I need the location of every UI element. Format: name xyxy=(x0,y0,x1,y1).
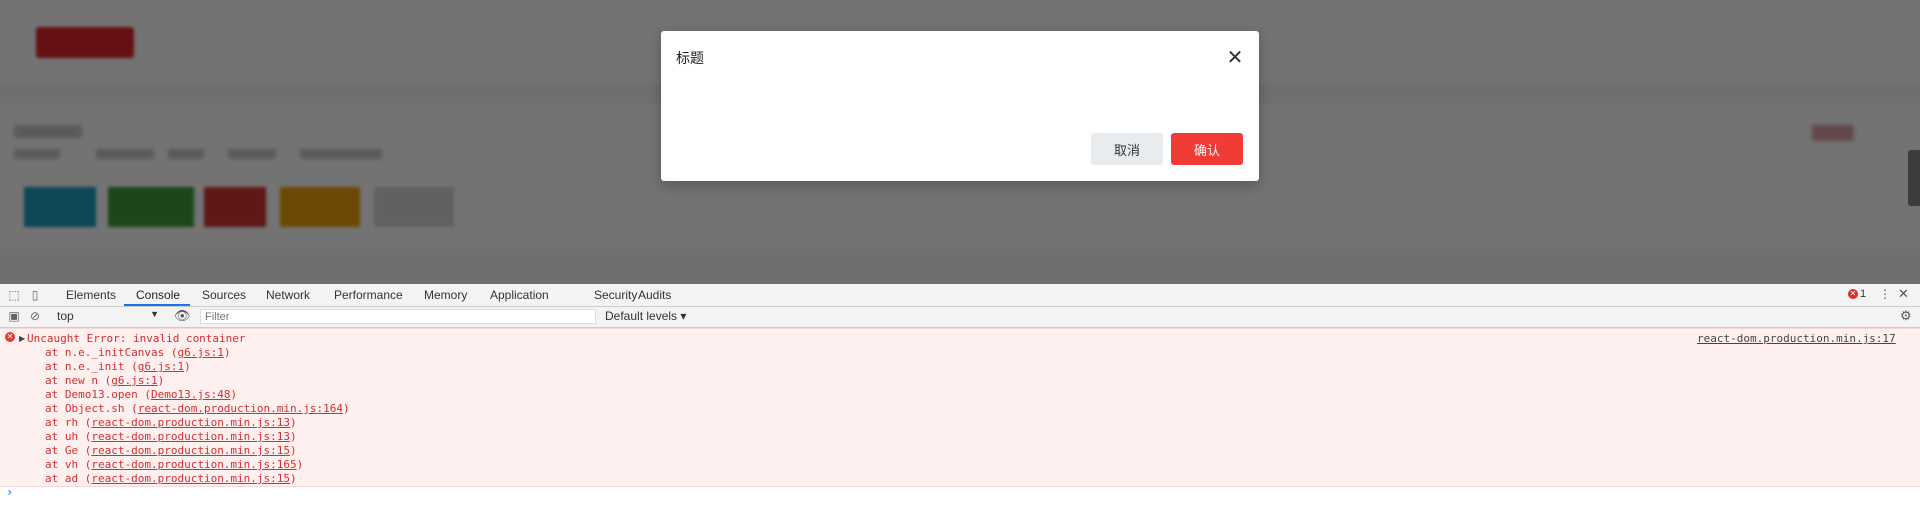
stack-line: at n.e._init (g6.js:1) xyxy=(45,360,191,373)
live-expression-eye-icon[interactable]: 👁 xyxy=(174,308,191,324)
stack-link[interactable]: react-dom.production.min.js:164 xyxy=(138,402,343,415)
modal-dialog: 标题 ✕ 取消 确认 xyxy=(661,31,1259,181)
modal-title: 标题 xyxy=(676,50,704,66)
app-page: 标题 ✕ 取消 确认 xyxy=(0,0,1920,284)
devtools-panel: ⬚ ▯ Elements Console Sources Network Per… xyxy=(0,284,1920,512)
stack-line: at Demo13.open (Demo13.js:48) xyxy=(45,388,238,401)
more-options-icon[interactable]: ⋮ xyxy=(1879,287,1891,301)
clear-console-icon[interactable]: ⊘ xyxy=(27,308,43,324)
error-icon: ✕ xyxy=(1848,289,1858,300)
log-levels-dropdown[interactable]: Default levels ▾ xyxy=(605,309,686,323)
inspect-element-icon[interactable]: ⬚ xyxy=(6,287,22,303)
tab-sources[interactable]: Sources xyxy=(202,288,246,302)
expand-triangle-icon[interactable]: ▶ xyxy=(19,334,25,343)
stack-line: at n.e._initCanvas (g6.js:1) xyxy=(45,346,231,359)
stack-link[interactable]: g6.js:1 xyxy=(138,360,184,373)
context-select[interactable]: top ▼ xyxy=(57,309,159,324)
device-toolbar-icon[interactable]: ▯ xyxy=(27,287,43,303)
console-toolbar: ▣ ⊘ top ▼ 👁 Default levels ▾ ⚙ xyxy=(0,307,1920,328)
tab-audits[interactable]: Audits xyxy=(638,288,671,302)
tab-application[interactable]: Application xyxy=(490,288,549,302)
stack-line: at new n (g6.js:1) xyxy=(45,374,165,387)
console-error-message: ✕ ▶ Uncaught Error: invalid container re… xyxy=(0,328,1920,487)
stack-line: at ad (react-dom.production.min.js:15) xyxy=(45,472,297,485)
stack-link[interactable]: react-dom.production.min.js:165 xyxy=(91,458,296,471)
confirm-button[interactable]: 确认 xyxy=(1171,133,1243,165)
tab-console[interactable]: Console xyxy=(136,288,180,302)
close-icon[interactable]: ✕ xyxy=(1224,47,1246,69)
error-counter[interactable]: ✕ 1 xyxy=(1848,288,1866,300)
tab-elements[interactable]: Elements xyxy=(66,288,116,302)
devtools-tabbar: ⬚ ▯ Elements Console Sources Network Per… xyxy=(0,284,1920,307)
stack-line: at vh (react-dom.production.min.js:165) xyxy=(45,458,304,471)
context-value: top xyxy=(57,309,74,323)
cancel-button[interactable]: 取消 xyxy=(1091,133,1163,165)
stack-line: at rh (react-dom.production.min.js:13) xyxy=(45,416,297,429)
dropdown-arrow-icon: ▼ xyxy=(150,309,159,319)
stack-trace: at n.e._initCanvas (g6.js:1) at n.e._ini… xyxy=(45,346,350,486)
tab-memory[interactable]: Memory xyxy=(424,288,467,302)
stack-link[interactable]: react-dom.production.min.js:15 xyxy=(91,472,290,485)
stack-link[interactable]: react-dom.production.min.js:13 xyxy=(91,416,290,429)
stack-line: at Ge (react-dom.production.min.js:15) xyxy=(45,444,297,457)
gear-icon[interactable]: ⚙ xyxy=(1900,308,1912,324)
tab-security[interactable]: Security xyxy=(594,288,637,302)
stack-link[interactable]: g6.js:1 xyxy=(111,374,157,387)
filter-input[interactable] xyxy=(200,309,596,324)
tab-network[interactable]: Network xyxy=(266,288,310,302)
console-prompt[interactable]: › xyxy=(6,485,13,499)
stack-link[interactable]: react-dom.production.min.js:13 xyxy=(91,430,290,443)
stack-link[interactable]: Demo13.js:48 xyxy=(151,388,230,401)
error-text: Uncaught Error: invalid container xyxy=(27,332,246,345)
stack-link[interactable]: g6.js:1 xyxy=(177,346,223,359)
tab-performance[interactable]: Performance xyxy=(334,288,403,302)
stack-line: at Object.sh (react-dom.production.min.j… xyxy=(45,402,350,415)
stack-line: at uh (react-dom.production.min.js:13) xyxy=(45,430,297,443)
sidebar-toggle-icon[interactable]: ▣ xyxy=(6,308,22,324)
error-source-link[interactable]: react-dom.production.min.js:17 xyxy=(1697,332,1896,345)
error-icon: ✕ xyxy=(5,332,15,342)
active-tab-indicator xyxy=(124,304,190,306)
side-handle[interactable] xyxy=(1908,150,1920,206)
error-count: 1 xyxy=(1860,288,1867,300)
close-devtools-icon[interactable]: ✕ xyxy=(1898,286,1909,302)
stack-link[interactable]: react-dom.production.min.js:15 xyxy=(91,444,290,457)
